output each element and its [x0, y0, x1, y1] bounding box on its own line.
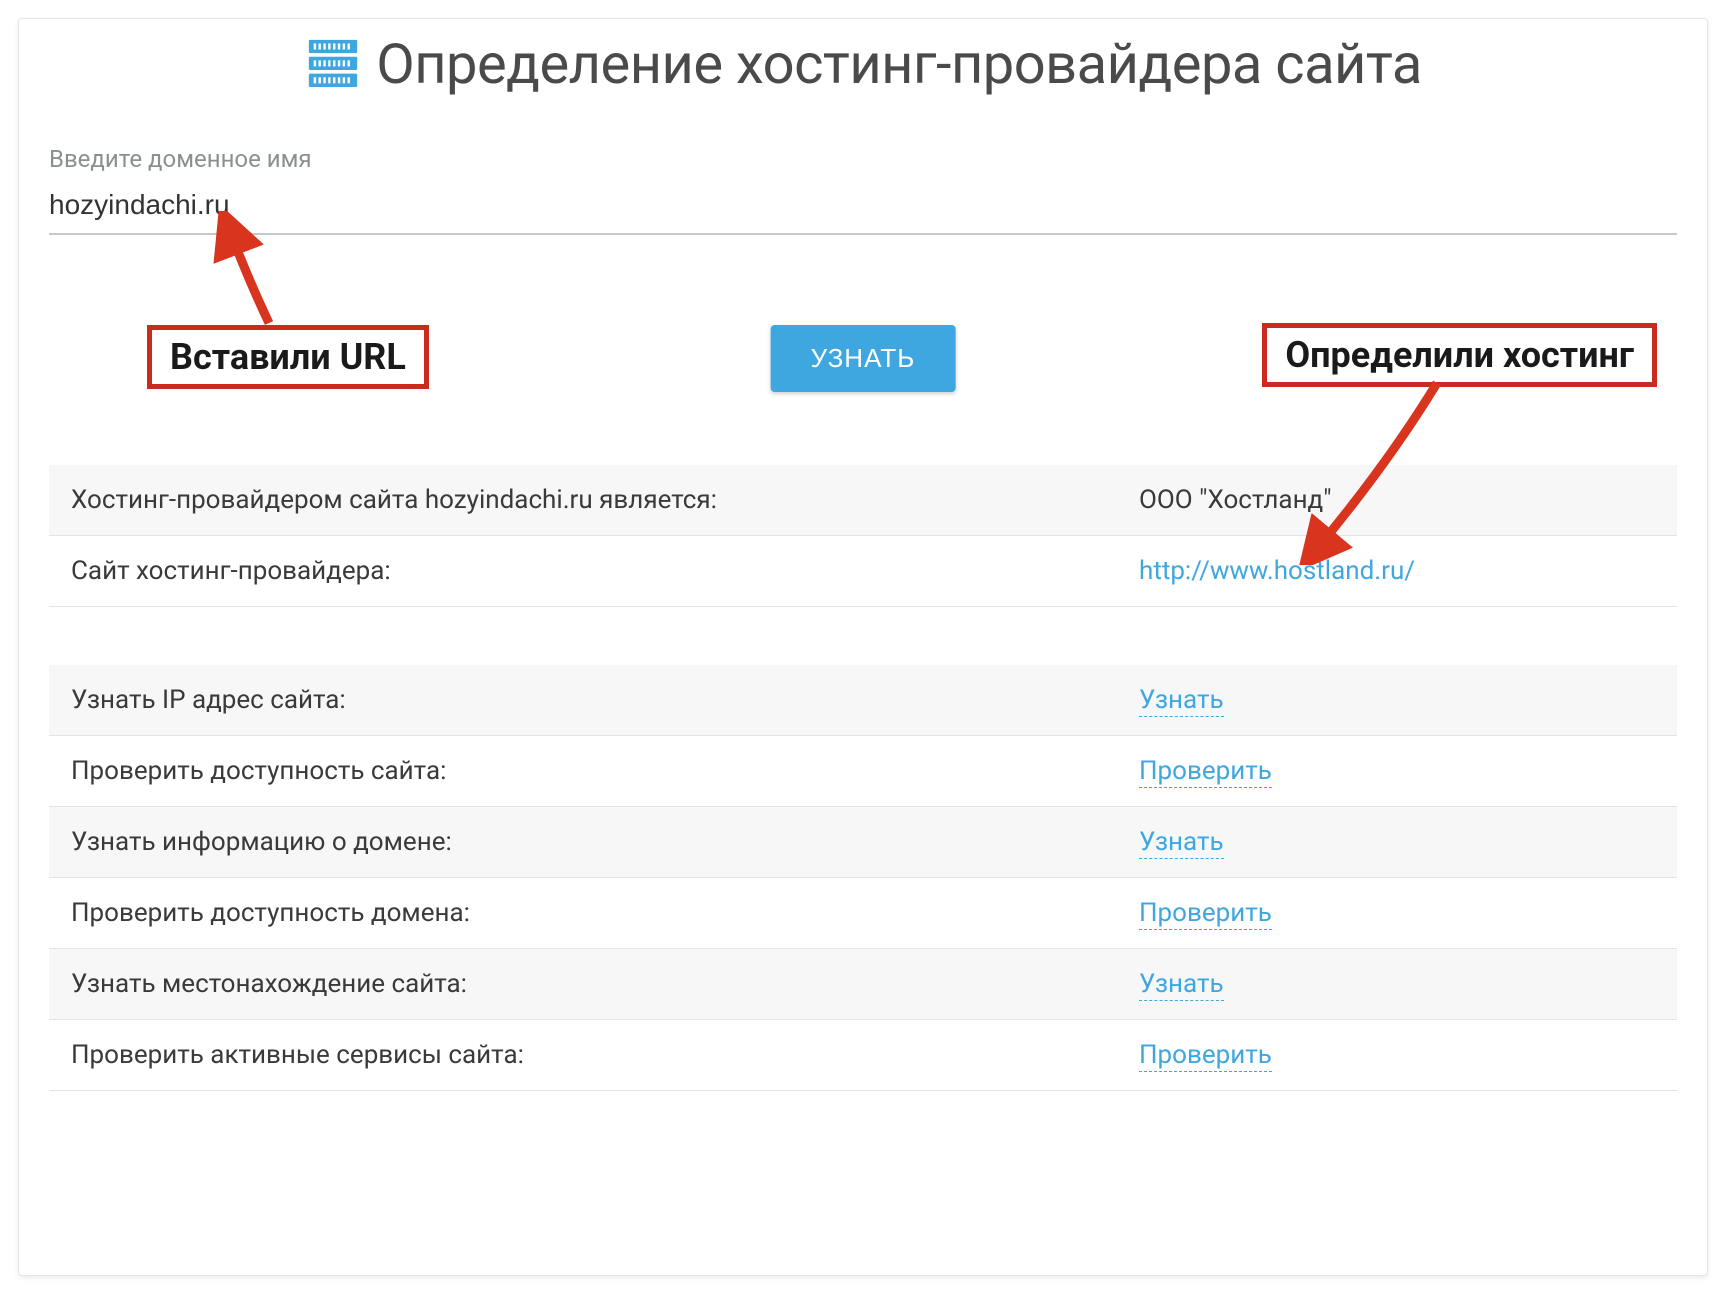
- tool-label: Проверить активные сервисы сайта:: [49, 1020, 1117, 1091]
- tool-link-domain-info[interactable]: Узнать: [1139, 827, 1224, 859]
- tool-row: Узнать информацию о домене: Узнать: [49, 807, 1677, 878]
- tool-link-geolocation[interactable]: Узнать: [1139, 969, 1224, 1001]
- title-row: Определение хостинг-провайдера сайта: [49, 31, 1677, 97]
- tool-link-site-availability[interactable]: Проверить: [1139, 756, 1272, 788]
- tool-link-ip[interactable]: Узнать: [1139, 685, 1224, 717]
- tool-row: Проверить доступность домена: Проверить: [49, 878, 1677, 949]
- result-value-provider: ООО "Хостланд": [1117, 465, 1677, 536]
- tool-link-domain-availability[interactable]: Проверить: [1139, 898, 1272, 930]
- tool-link-active-services[interactable]: Проверить: [1139, 1040, 1272, 1072]
- result-table: Хостинг-провайдером сайта hozyindachi.ru…: [49, 465, 1677, 607]
- tool-label: Узнать информацию о домене:: [49, 807, 1117, 878]
- domain-input-label: Введите доменное имя: [49, 145, 1677, 173]
- hosting-site-link[interactable]: http://www.hostland.ru/: [1139, 556, 1415, 586]
- domain-input[interactable]: [49, 183, 1677, 235]
- spacer: [49, 607, 1677, 665]
- result-label-provider: Хостинг-провайдером сайта hozyindachi.ru…: [49, 465, 1117, 536]
- annotation-detected-hosting: Определили хостинг: [1262, 323, 1657, 387]
- action-row: УЗНАТЬ Вставили URL Определили хостинг: [49, 235, 1677, 465]
- result-row-provider: Хостинг-провайдером сайта hozyindachi.ru…: [49, 465, 1677, 536]
- page-title: Определение хостинг-провайдера сайта: [376, 31, 1422, 97]
- tool-label: Проверить доступность сайта:: [49, 736, 1117, 807]
- tool-label: Проверить доступность домена:: [49, 878, 1117, 949]
- result-label-site: Сайт хостинг-провайдера:: [49, 536, 1117, 607]
- tool-row: Узнать IP адрес сайта: Узнать: [49, 665, 1677, 736]
- tools-table: Узнать IP адрес сайта: Узнать Проверить …: [49, 665, 1677, 1091]
- find-button[interactable]: УЗНАТЬ: [771, 325, 956, 392]
- tool-row: Проверить активные сервисы сайта: Провер…: [49, 1020, 1677, 1091]
- tool-row: Узнать местонахождение сайта: Узнать: [49, 949, 1677, 1020]
- annotation-inserted-url: Вставили URL: [147, 325, 429, 389]
- domain-form: Введите доменное имя: [49, 145, 1677, 235]
- tool-row: Проверить доступность сайта: Проверить: [49, 736, 1677, 807]
- tool-label: Узнать местонахождение сайта:: [49, 949, 1117, 1020]
- server-icon: [304, 35, 362, 93]
- page-card: Определение хостинг-провайдера сайта Вве…: [18, 18, 1708, 1276]
- tool-label: Узнать IP адрес сайта:: [49, 665, 1117, 736]
- result-row-site: Сайт хостинг-провайдера: http://www.host…: [49, 536, 1677, 607]
